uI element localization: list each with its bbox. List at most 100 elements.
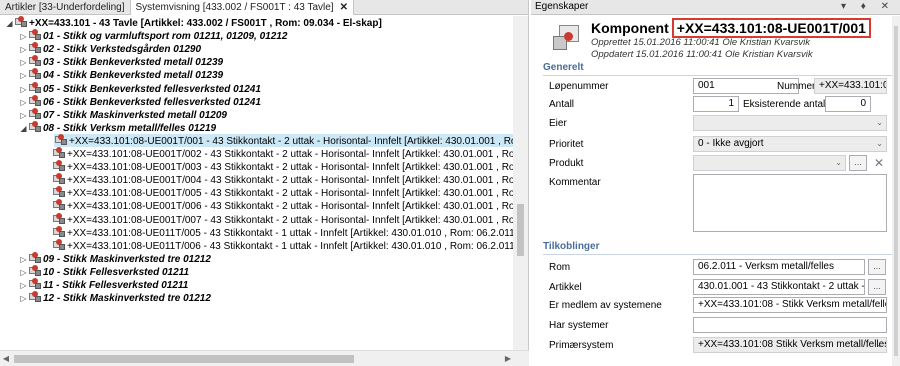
tree-group-node[interactable]: ▷ 01 - Stikk og varmluftsport rom 01211, … [0, 29, 287, 42]
created-info: Opprettet 15.01.2016 11:00:41 Ole Kristi… [591, 37, 810, 48]
produkt-clear-icon[interactable]: ✕ [871, 155, 887, 171]
properties-scrollbar[interactable] [892, 16, 900, 366]
scrollbar-thumb[interactable] [894, 26, 898, 356]
tree-node-label: 03 - Stikk Benkeverksted metall 01239 [43, 57, 224, 69]
scrollbar-thumb[interactable] [14, 355, 354, 363]
collapsed-arrow-icon[interactable]: ▷ [19, 96, 28, 109]
primar-select[interactable]: +XX=433.101:08 Stikk Verksm metall/felle… [693, 337, 887, 353]
tree-group-node[interactable]: ▷ 09 - Stikk Maskinverksted tre 01212 [0, 251, 211, 266]
tree-component-node[interactable]: +XX=433.101:08-UE001T/002 - 43 Stikkonta… [0, 147, 514, 160]
collapsed-arrow-icon[interactable]: ▷ [19, 109, 28, 122]
eksisterende-field[interactable]: 0 [825, 96, 871, 112]
tree-component-node[interactable]: +XX=433.101:08-UE001T/004 - 43 Stikkonta… [0, 173, 514, 186]
tree-group-node[interactable]: ▷ 05 - Stikk Benkeverksted fellesverksted… [0, 81, 261, 96]
collapsed-arrow-icon[interactable]: ▷ [19, 279, 28, 292]
tree-component-node[interactable]: +XX=433.101:08-UE001T/007 - 43 Stikkonta… [0, 212, 514, 226]
medlem-field[interactable]: +XX=433.101:08 - Stikk Verksm metall/fel… [693, 297, 887, 313]
primar-label: Primærsystem [549, 340, 614, 351]
system-icon [28, 120, 41, 132]
collapsed-arrow-icon[interactable]: ▷ [19, 266, 28, 279]
produkt-browse-button[interactable]: ... [849, 155, 867, 171]
tree-node-label: +XX=433.101:08-UE011T/005 - 43 Stikkonta… [67, 227, 514, 239]
artikkel-field[interactable]: 430.01.001 - 43 Stikkontakt - 2 uttak - … [693, 279, 865, 295]
section-general-title: Generelt [543, 62, 584, 73]
tree-component-node[interactable]: +XX=433.101:08-UE001T/003 - 43 Stikkonta… [0, 160, 514, 173]
tree-root-node[interactable]: ◢ +XX=433.101 - 43 Tavle [Artikkel: 433.0… [0, 16, 382, 29]
tree-node-label: 09 - Stikk Maskinverksted tre 01212 [43, 253, 211, 265]
harsys-field[interactable] [693, 317, 887, 333]
tree-group-node[interactable]: ▷ 12 - Stikk Maskinverksted tre 01212 [0, 291, 211, 304]
updated-info: Oppdatert 15.01.2016 11:00:41 Ole Kristi… [591, 49, 813, 60]
properties-title-bar: Egenskaper ▾ ♦ ✕ [531, 0, 900, 15]
tree-group-node[interactable]: ▷ 07 - Stikk Maskinverksted metall 01209 [0, 107, 227, 122]
tree-node-label: +XX=433.101:08-UE001T/006 - 43 Stikkonta… [67, 201, 514, 213]
component-icon [54, 133, 67, 145]
panel-window-buttons[interactable]: ▾ ♦ ✕ [841, 0, 895, 14]
section-links-title: Tilkoblinger [543, 241, 600, 252]
tree-group-node[interactable]: ▷ 11 - Stikk Fellesverksted 01211 [0, 278, 188, 291]
close-tab-icon[interactable]: ✕ [340, 1, 348, 15]
tree-node-label: +XX=433.101:08-UE001T/001 - 43 Stikkonta… [69, 135, 514, 147]
tree-component-node[interactable]: +XX=433.101:08-UE001T/005 - 43 Stikkonta… [0, 186, 514, 199]
tree-node-label: +XX=433.101:08-UE001T/003 - 43 Stikkonta… [67, 162, 514, 174]
expanded-arrow-icon[interactable]: ◢ [19, 122, 28, 135]
tree-component-node[interactable]: +XX=433.101:08-UE011T/006 - 43 Stikkonta… [0, 238, 514, 252]
expanded-arrow-icon[interactable]: ◢ [5, 17, 14, 30]
chevron-down-icon: ⌄ [835, 158, 842, 167]
nummer-label: Nummer [777, 81, 816, 92]
produkt-select[interactable]: ⌄ [693, 155, 846, 171]
artikkel-browse-button[interactable]: ... [868, 279, 886, 295]
kommentar-textarea[interactable] [693, 174, 887, 232]
eier-label: Eier [549, 118, 567, 129]
system-icon [28, 81, 41, 93]
system-icon [28, 55, 41, 67]
tree-node-label: 10 - Stikk Fellesverksted 01211 [43, 266, 190, 278]
tree-node-label: +XX=433.101 - 43 Tavle [Artikkel: 433.00… [29, 18, 382, 29]
collapsed-arrow-icon[interactable]: ▷ [19, 292, 28, 305]
scrollbar-thumb[interactable] [517, 204, 524, 256]
chevron-down-icon: ⌄ [876, 139, 883, 148]
eier-select[interactable]: ⌄ [693, 115, 887, 131]
panel-title: Egenskaper [535, 1, 589, 12]
tree-component-node[interactable]: +XX=433.101:08-UE001T/001 - 43 Stikkonta… [54, 133, 514, 147]
tab-systemvisning[interactable]: Systemvisning [433.002 / FS001T : 43 Tav… [130, 0, 354, 15]
system-icon [28, 94, 41, 106]
component-icon [52, 173, 65, 185]
scroll-left-icon[interactable]: ◀ [0, 351, 12, 366]
tree-group-node[interactable]: ▷ 10 - Stikk Fellesverksted 01211 [0, 264, 190, 279]
collapsed-arrow-icon[interactable]: ▷ [19, 30, 28, 43]
artikkel-label: Artikkel [549, 282, 582, 293]
collapsed-arrow-icon[interactable]: ▷ [19, 43, 28, 56]
medlem-label: Er medlem av systemene [549, 300, 662, 311]
antall-field[interactable]: 1 [693, 96, 739, 112]
collapsed-arrow-icon[interactable]: ▷ [19, 83, 28, 96]
prioritet-select[interactable]: 0 - Ikke avgjort ⌄ [693, 136, 887, 152]
rom-label: Rom [549, 262, 571, 273]
collapsed-arrow-icon[interactable]: ▷ [19, 69, 28, 82]
component-icon [52, 186, 65, 198]
rom-browse-button[interactable]: ... [868, 259, 886, 275]
tree-group-node[interactable]: ▷ 03 - Stikk Benkeverksted metall 01239 [0, 55, 223, 68]
system-icon [28, 29, 41, 41]
nummer-field[interactable]: +XX=433.101:08- [814, 78, 887, 94]
tree-vertical-scrollbar[interactable] [513, 16, 528, 350]
system-icon [28, 251, 41, 263]
tab-artikler[interactable]: Artikler [33-Underfordeling] [0, 0, 131, 15]
tree-node-label: +XX=433.101:08-UE001T/004 - 43 Stikkonta… [67, 175, 514, 187]
collapsed-arrow-icon[interactable]: ▷ [19, 56, 28, 69]
tree-group-node[interactable]: ▷ 06 - Stikk Benkeverksted fellesverksted… [0, 94, 261, 109]
rom-field[interactable]: 06.2.011 - Verksm metall/felles [693, 259, 865, 275]
collapsed-arrow-icon[interactable]: ▷ [19, 253, 28, 266]
component-icon [551, 22, 585, 56]
tree-node-label: 04 - Stikk Benkeverksted metall 01239 [43, 70, 224, 82]
tree-group-node[interactable]: ▷ 04 - Stikk Benkeverksted metall 01239 [0, 68, 223, 81]
tree-node-label: 11 - Stikk Fellesverksted 01211 [43, 280, 189, 291]
tree-component-node[interactable]: +XX=433.101:08-UE011T/005 - 43 Stikkonta… [0, 225, 514, 239]
tree-component-node[interactable]: +XX=433.101:08-UE001T/006 - 43 Stikkonta… [0, 199, 514, 212]
tree-horizontal-scrollbar[interactable]: ◀ ▶ [0, 350, 529, 366]
tree-group-node-expanded[interactable]: ◢ 08 - Stikk Verksm metall/felles 01219 [0, 120, 216, 135]
tree-group-node[interactable]: ▷ 02 - Stikk Verkstedsgården 01290 [0, 42, 201, 55]
scroll-right-icon[interactable]: ▶ [502, 351, 514, 366]
section-divider [543, 75, 895, 76]
system-icon [28, 68, 41, 80]
